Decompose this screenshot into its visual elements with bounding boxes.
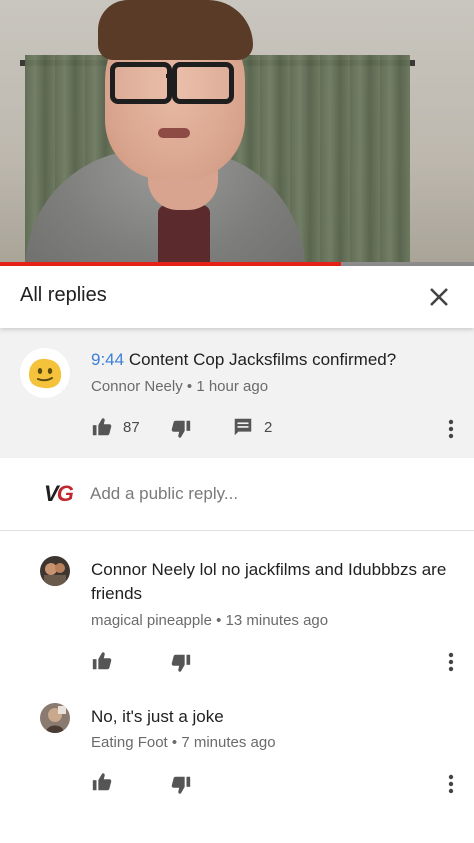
reply-meta: Eating Foot • 7 minutes ago bbox=[91, 734, 276, 751]
comment-icon bbox=[234, 418, 252, 436]
close-button[interactable] bbox=[422, 280, 456, 314]
comment-author[interactable]: Connor Neely bbox=[91, 378, 183, 395]
reply-text: No, it's just a joke bbox=[91, 707, 224, 726]
thumbs-down-icon bbox=[171, 420, 191, 438]
logo-letter-g: G bbox=[56, 481, 74, 506]
thumbs-up-icon bbox=[92, 773, 112, 791]
reply-text: Connor Neely lol no jackfilms and Idubbb… bbox=[91, 560, 447, 603]
glasses-bridge bbox=[166, 74, 176, 78]
meta-separator: • bbox=[216, 612, 222, 629]
parent-comment: 9:44 Content Cop Jacksfilms confirmed? C… bbox=[0, 328, 474, 458]
profile-photo-icon bbox=[40, 703, 70, 733]
dislike-button[interactable] bbox=[170, 774, 192, 796]
thumbs-down-icon bbox=[171, 776, 191, 794]
reply-author[interactable]: magical pineapple bbox=[91, 612, 212, 629]
more-options-icon[interactable] bbox=[447, 651, 455, 673]
video-timestamp-link[interactable]: 9:44 bbox=[91, 350, 124, 369]
like-button[interactable] bbox=[91, 771, 113, 793]
dislike-button[interactable] bbox=[170, 418, 192, 440]
replies-header: All replies bbox=[0, 266, 474, 328]
reply-count: 2 bbox=[264, 418, 273, 436]
more-options-icon[interactable] bbox=[447, 773, 455, 795]
comment-time: 1 hour ago bbox=[196, 378, 269, 395]
reply-time: 7 minutes ago bbox=[181, 734, 276, 751]
replies-button[interactable]: 2 bbox=[232, 416, 272, 438]
meta-separator: • bbox=[171, 734, 178, 751]
thumbs-up-icon bbox=[92, 418, 112, 436]
close-icon bbox=[430, 288, 448, 306]
thumbs-down-icon bbox=[171, 654, 191, 672]
dislike-button[interactable] bbox=[170, 652, 192, 674]
smiley-face-icon bbox=[29, 358, 62, 389]
video-person-shirt bbox=[158, 205, 210, 265]
avatar[interactable] bbox=[20, 348, 70, 398]
more-options-icon[interactable] bbox=[447, 418, 455, 440]
comment-text: 9:44 Content Cop Jacksfilms confirmed? bbox=[91, 348, 451, 372]
comment-body: Content Cop Jacksfilms confirmed? bbox=[124, 350, 397, 369]
like-count: 87 bbox=[123, 418, 140, 436]
page-title: All replies bbox=[20, 284, 107, 306]
reply-time: 13 minutes ago bbox=[225, 612, 329, 629]
video-person-hair bbox=[98, 0, 253, 60]
reply-meta: magical pineapple • 13 minutes ago bbox=[91, 612, 328, 629]
reply-author[interactable]: Eating Foot bbox=[91, 734, 168, 751]
avatar[interactable] bbox=[40, 556, 70, 586]
video-player[interactable] bbox=[0, 0, 474, 265]
add-reply-input[interactable]: Add a public reply... bbox=[90, 484, 238, 504]
glasses-left-lens bbox=[110, 62, 172, 104]
video-person-mouth bbox=[158, 128, 190, 138]
glasses-right-lens bbox=[172, 62, 234, 104]
meta-separator: • bbox=[186, 378, 193, 395]
user-avatar-logo: VG bbox=[44, 481, 74, 507]
like-button[interactable] bbox=[91, 650, 113, 672]
divider bbox=[0, 530, 474, 531]
logo-letter-v: V bbox=[44, 481, 59, 506]
like-button[interactable]: 87 bbox=[91, 416, 140, 438]
comment-meta: Connor Neely • 1 hour ago bbox=[91, 378, 268, 395]
profile-photo-icon bbox=[40, 556, 70, 586]
thumbs-up-icon bbox=[92, 652, 112, 670]
avatar[interactable] bbox=[40, 703, 70, 733]
